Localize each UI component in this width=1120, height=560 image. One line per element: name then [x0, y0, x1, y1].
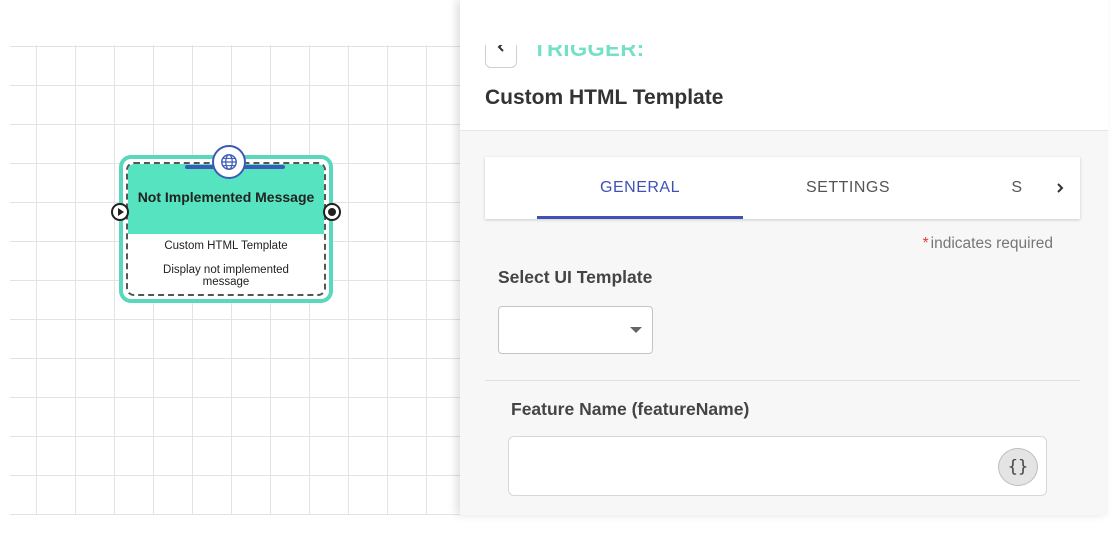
tab-bar: GENERAL SETTINGS S: [485, 157, 1080, 219]
node-type-label: Custom HTML Template: [164, 240, 288, 252]
required-star: *: [922, 235, 929, 252]
output-port[interactable]: [323, 203, 341, 221]
expression-button[interactable]: {}: [998, 448, 1038, 486]
workflow-canvas[interactable]: Not Implemented Message Custom HTML Temp…: [10, 45, 460, 515]
tab-truncated[interactable]: S: [997, 157, 1037, 219]
caret-down-icon: [630, 327, 642, 333]
panel-title: Custom HTML Template: [485, 86, 724, 109]
tab-general[interactable]: GENERAL: [537, 157, 743, 219]
input-port[interactable]: [111, 203, 129, 221]
required-note: * indicates required: [923, 235, 1053, 253]
select-ui-template-label: Select UI Template: [498, 267, 653, 287]
globe-icon: [212, 145, 246, 179]
workflow-node[interactable]: Not Implemented Message Custom HTML Temp…: [111, 145, 341, 303]
required-note-text: indicates required: [930, 235, 1053, 252]
panel-top-mask: [460, 0, 1108, 45]
node-title: Not Implemented Message: [137, 189, 315, 205]
tab-settings[interactable]: SETTINGS: [745, 157, 951, 219]
panel-header: TRIGGER: Custom HTML Template: [460, 0, 1108, 131]
chevron-right-icon[interactable]: [1040, 157, 1080, 219]
output-port-dot: [328, 208, 336, 216]
ui-template-select[interactable]: [498, 306, 653, 354]
feature-name-input[interactable]: {}: [508, 436, 1047, 496]
panel-body: GENERAL SETTINGS S * indicates required S…: [460, 131, 1108, 515]
feature-name-label: Feature Name (featureName): [511, 399, 750, 419]
section-divider: [485, 380, 1080, 381]
properties-panel: TRIGGER: Custom HTML Template GENERAL SE…: [460, 0, 1108, 515]
node-body: Not Implemented Message Custom HTML Temp…: [126, 162, 326, 296]
node-description: Display not implemented message: [163, 264, 289, 288]
